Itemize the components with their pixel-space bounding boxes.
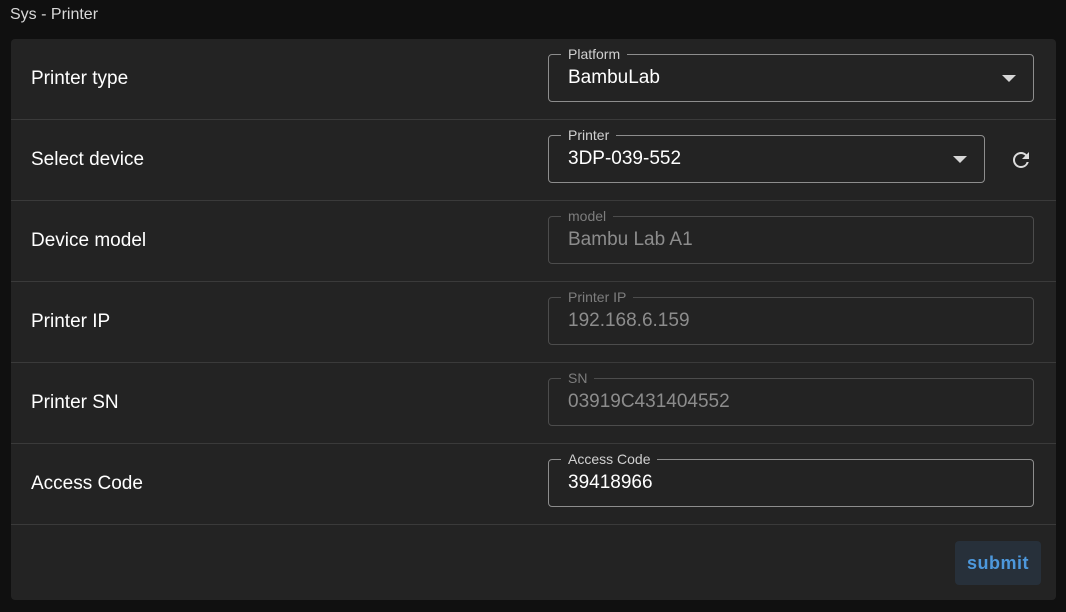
row-printer-ip: Printer IP Printer IP 192.168.6.159 — [11, 282, 1056, 363]
platform-select[interactable]: Platform BambuLab — [548, 46, 1034, 102]
sn-field-value: 03919C431404552 — [568, 391, 730, 412]
form-footer: submit — [11, 525, 1056, 600]
printer-type-label: Printer type — [31, 68, 129, 89]
row-device-model: Device model model Bambu Lab A1 — [11, 201, 1056, 282]
select-device-label: Select device — [31, 149, 145, 170]
model-field: model Bambu Lab A1 — [548, 208, 1034, 264]
printer-select-value: 3DP-039-552 — [568, 148, 682, 169]
printer-ip-field: Printer IP 192.168.6.159 — [548, 289, 1034, 345]
page-title: Sys - Printer — [10, 6, 99, 23]
access-code-input-value[interactable]: 39418966 — [568, 460, 653, 506]
sn-field: SN 03919C431404552 — [548, 370, 1034, 426]
chevron-down-icon[interactable] — [1002, 75, 1016, 82]
refresh-button[interactable] — [1003, 144, 1039, 176]
refresh-icon — [1013, 152, 1029, 168]
platform-select-value: BambuLab — [568, 67, 660, 88]
device-model-label: Device model — [31, 230, 147, 251]
printer-select[interactable]: Printer 3DP-039-552 — [548, 127, 985, 183]
printer-sn-label: Printer SN — [31, 392, 119, 413]
row-select-device: Select device Printer 3DP-039-552 — [11, 120, 1056, 201]
chevron-down-icon[interactable] — [953, 156, 967, 163]
access-code-input[interactable]: Access Code 39418966 — [548, 451, 1034, 507]
row-printer-sn: Printer SN SN 03919C431404552 — [11, 363, 1056, 444]
printer-settings-card: Printer type Platform BambuLab Select de… — [11, 39, 1056, 600]
model-field-value: Bambu Lab A1 — [568, 229, 693, 250]
submit-button[interactable]: submit — [955, 541, 1041, 585]
printer-ip-label: Printer IP — [31, 311, 111, 332]
access-code-label: Access Code — [31, 473, 143, 494]
row-access-code: Access Code Access Code 39418966 — [11, 444, 1056, 525]
row-printer-type: Printer type Platform BambuLab — [11, 39, 1056, 120]
printer-ip-field-value: 192.168.6.159 — [568, 310, 690, 331]
